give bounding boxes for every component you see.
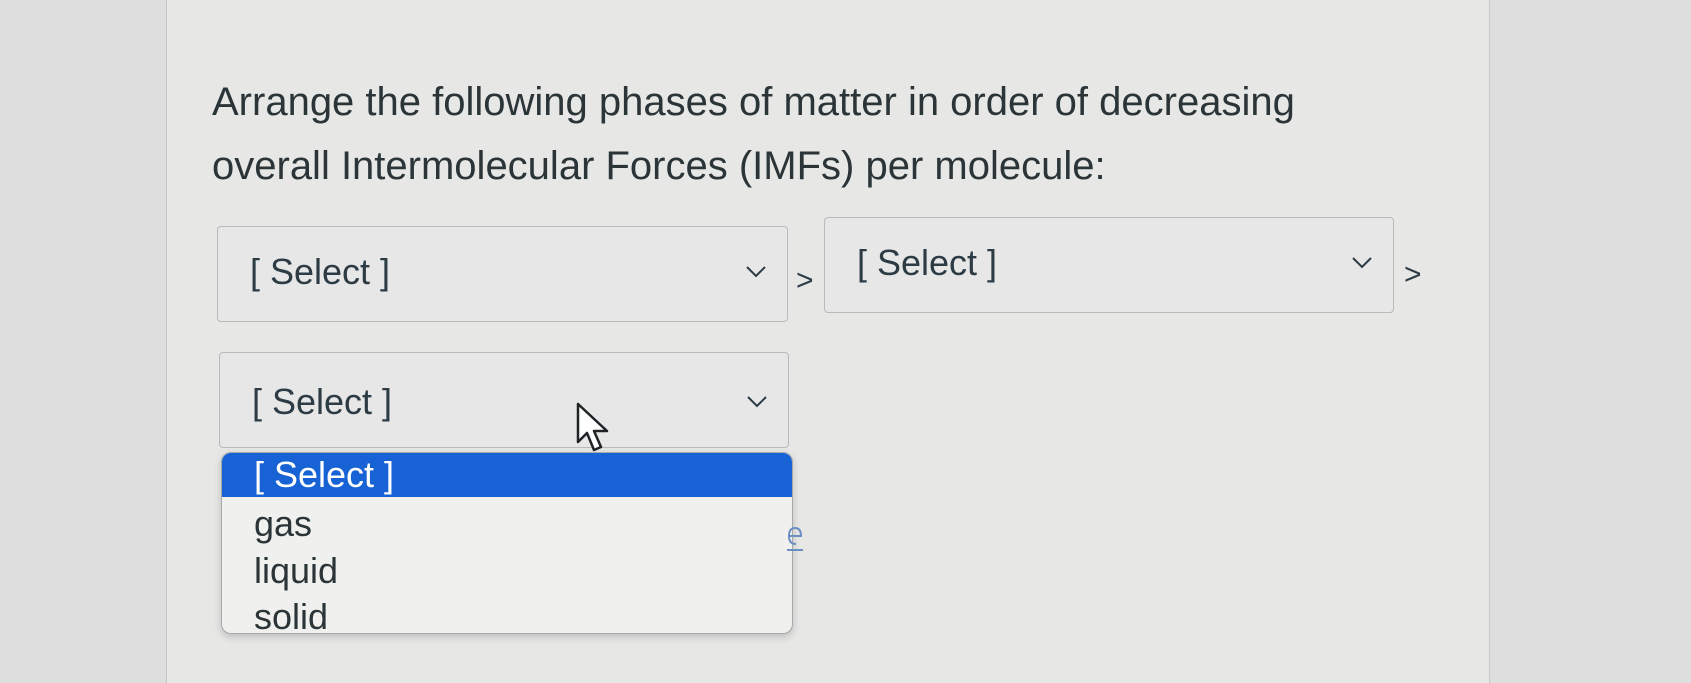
option-select-placeholder[interactable]: [ Select ] bbox=[222, 453, 792, 497]
option-liquid[interactable]: liquid bbox=[222, 549, 792, 593]
select-2-value: [ Select ] bbox=[857, 242, 998, 283]
chevron-down-icon bbox=[1352, 257, 1372, 269]
option-solid[interactable]: solid bbox=[222, 595, 792, 633]
select-3-value: [ Select ] bbox=[252, 381, 393, 422]
question-text: Arrange the following phases of matter i… bbox=[212, 80, 1295, 188]
obscured-text-fragment bbox=[787, 526, 803, 551]
phase-select-3[interactable]: [ Select ] bbox=[219, 352, 789, 448]
phase-select-1[interactable]: [ Select ] bbox=[217, 226, 788, 322]
greater-than-separator-2: > bbox=[1404, 258, 1422, 291]
phase-select-2[interactable]: [ Select ] bbox=[824, 217, 1394, 313]
chevron-down-icon bbox=[746, 266, 766, 278]
mouse-pointer-icon bbox=[576, 402, 609, 452]
select-1-value: [ Select ] bbox=[250, 251, 391, 292]
phase-options-list: [ Select ] gas liquid solid bbox=[221, 452, 793, 634]
option-gas[interactable]: gas bbox=[222, 502, 792, 546]
greater-than-separator-1: > bbox=[796, 264, 814, 297]
chevron-down-icon bbox=[747, 396, 767, 408]
